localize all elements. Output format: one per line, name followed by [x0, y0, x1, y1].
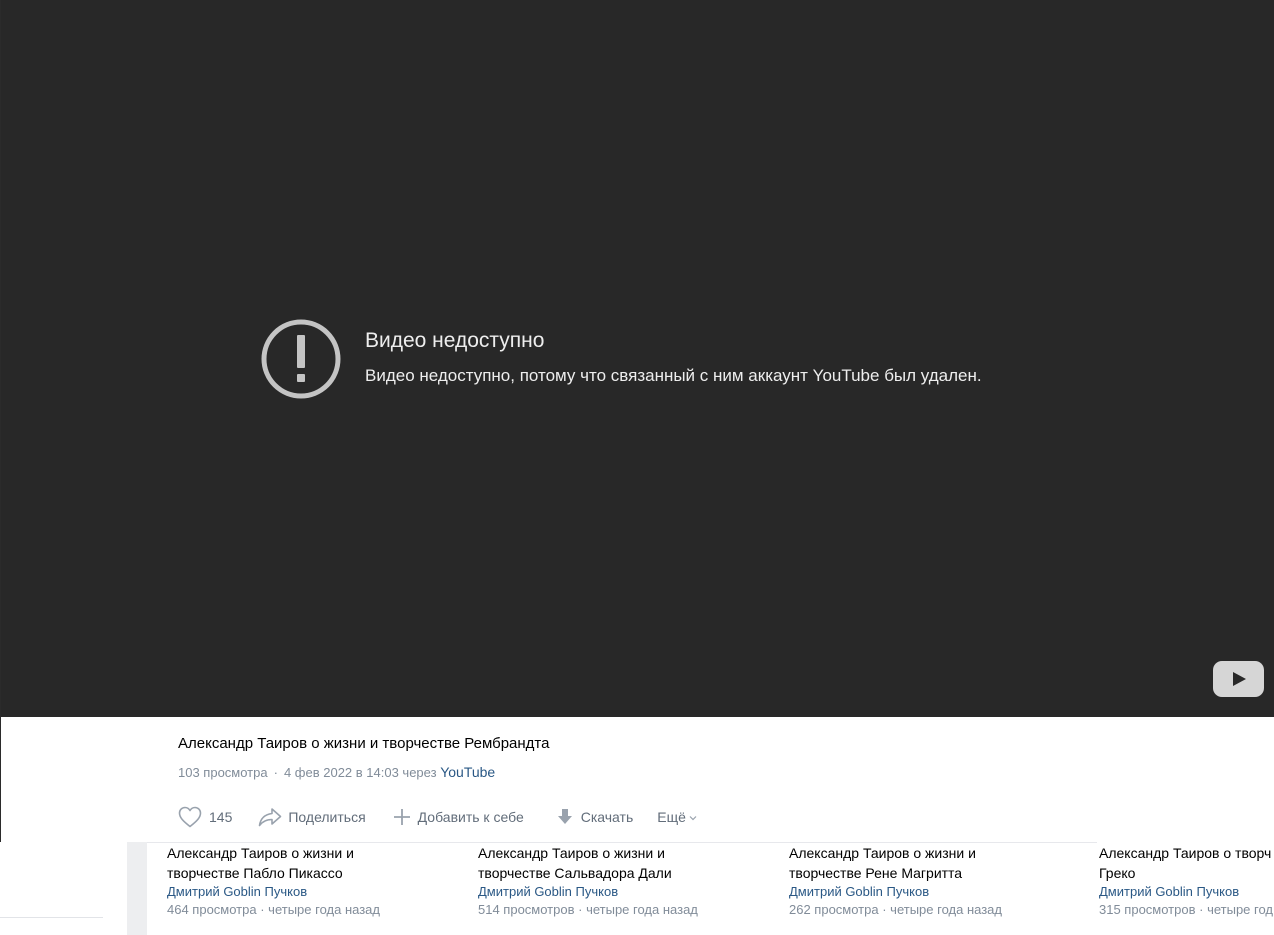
related-age: четыре год — [1207, 902, 1274, 917]
video-player[interactable]: Видео недоступно Видео недоступно, потом… — [1, 0, 1274, 717]
download-arrow-icon — [557, 809, 572, 824]
error-message: Видео недоступно, потому что связанный с… — [365, 366, 982, 385]
related-age: четыре года назад — [586, 902, 698, 917]
exclamation-circle-icon — [261, 319, 341, 399]
related-age: четыре года назад — [890, 902, 1002, 917]
related-title[interactable]: Александр Таиров о жизни и — [789, 843, 1089, 863]
related-title-line2[interactable]: творчестве Пабло Пикассо — [167, 863, 467, 883]
heart-icon — [178, 806, 202, 828]
like-count: 145 — [209, 809, 233, 825]
meta-separator: · — [273, 765, 278, 780]
related-meta: 262 просмотра · четыре года назад — [789, 902, 1002, 917]
share-button[interactable]: Поделиться — [258, 807, 366, 827]
related-scroll-left[interactable] — [127, 842, 147, 935]
related-title[interactable]: Александр Таиров о жизни и — [478, 843, 778, 863]
related-views: 464 просмотра — [167, 902, 257, 917]
download-button[interactable]: Скачать — [555, 807, 634, 827]
divider — [0, 917, 103, 918]
related-views: 315 просмотров — [1099, 902, 1196, 917]
video-title: Александр Таиров о жизни и творчестве Ре… — [178, 735, 550, 752]
video-date: 4 фев 2022 в 14:03 через — [283, 765, 437, 780]
related-author[interactable]: Дмитрий Goblin Пучков — [789, 883, 1089, 901]
more-label: Ещё — [657, 809, 686, 825]
related-item[interactable]: Александр Таиров о творч Греко Дмитрий G… — [1099, 843, 1274, 919]
action-bar: 145 Поделиться Добавить к себе Скачать Е… — [178, 805, 697, 829]
like-button[interactable]: 145 — [178, 806, 232, 828]
related-title-line2[interactable]: творчестве Сальвадора Дали — [478, 863, 778, 883]
related-author[interactable]: Дмитрий Goblin Пучков — [1099, 883, 1274, 901]
plus-icon — [393, 809, 410, 825]
related-title[interactable]: Александр Таиров о жизни и — [167, 843, 467, 863]
video-source-link[interactable]: YouTube — [440, 764, 495, 780]
related-age: четыре года назад — [268, 902, 380, 917]
share-arrow-icon — [259, 808, 282, 827]
add-to-mine-button[interactable]: Добавить к себе — [392, 807, 524, 827]
related-author[interactable]: Дмитрий Goblin Пучков — [167, 883, 467, 901]
related-meta: 514 просмотров · четыре года назад — [478, 902, 698, 917]
video-meta: 103 просмотра · 4 фев 2022 в 14:03 через Y… — [178, 764, 495, 780]
youtube-play-icon[interactable] — [1213, 661, 1264, 697]
chevron-down-icon — [689, 816, 697, 821]
related-title-line2[interactable]: Греко — [1099, 863, 1274, 883]
related-author[interactable]: Дмитрий Goblin Пучков — [478, 883, 778, 901]
related-item[interactable]: Александр Таиров о жизни и творчестве Са… — [478, 843, 778, 919]
related-title[interactable]: Александр Таиров о творч — [1099, 843, 1274, 863]
video-views: 103 просмотра — [178, 765, 268, 780]
page: Видео недоступно Видео недоступно, потом… — [0, 0, 1274, 935]
related-views: 514 просмотров — [478, 902, 575, 917]
related-item[interactable]: Александр Таиров о жизни и творчестве Па… — [167, 843, 467, 919]
related-item[interactable]: Александр Таиров о жизни и творчестве Ре… — [789, 843, 1089, 919]
error-title: Видео недоступно — [365, 329, 545, 352]
more-button[interactable]: Ещё — [657, 809, 697, 825]
share-label: Поделиться — [288, 809, 366, 825]
related-meta: 315 просмотров · четыре год — [1099, 902, 1274, 917]
related-title-line2[interactable]: творчестве Рене Магритта — [789, 863, 1089, 883]
add-label: Добавить к себе — [417, 809, 524, 825]
download-label: Скачать — [580, 809, 634, 825]
related-meta: 464 просмотра · четыре года назад — [167, 902, 380, 917]
related-views: 262 просмотра — [789, 902, 879, 917]
